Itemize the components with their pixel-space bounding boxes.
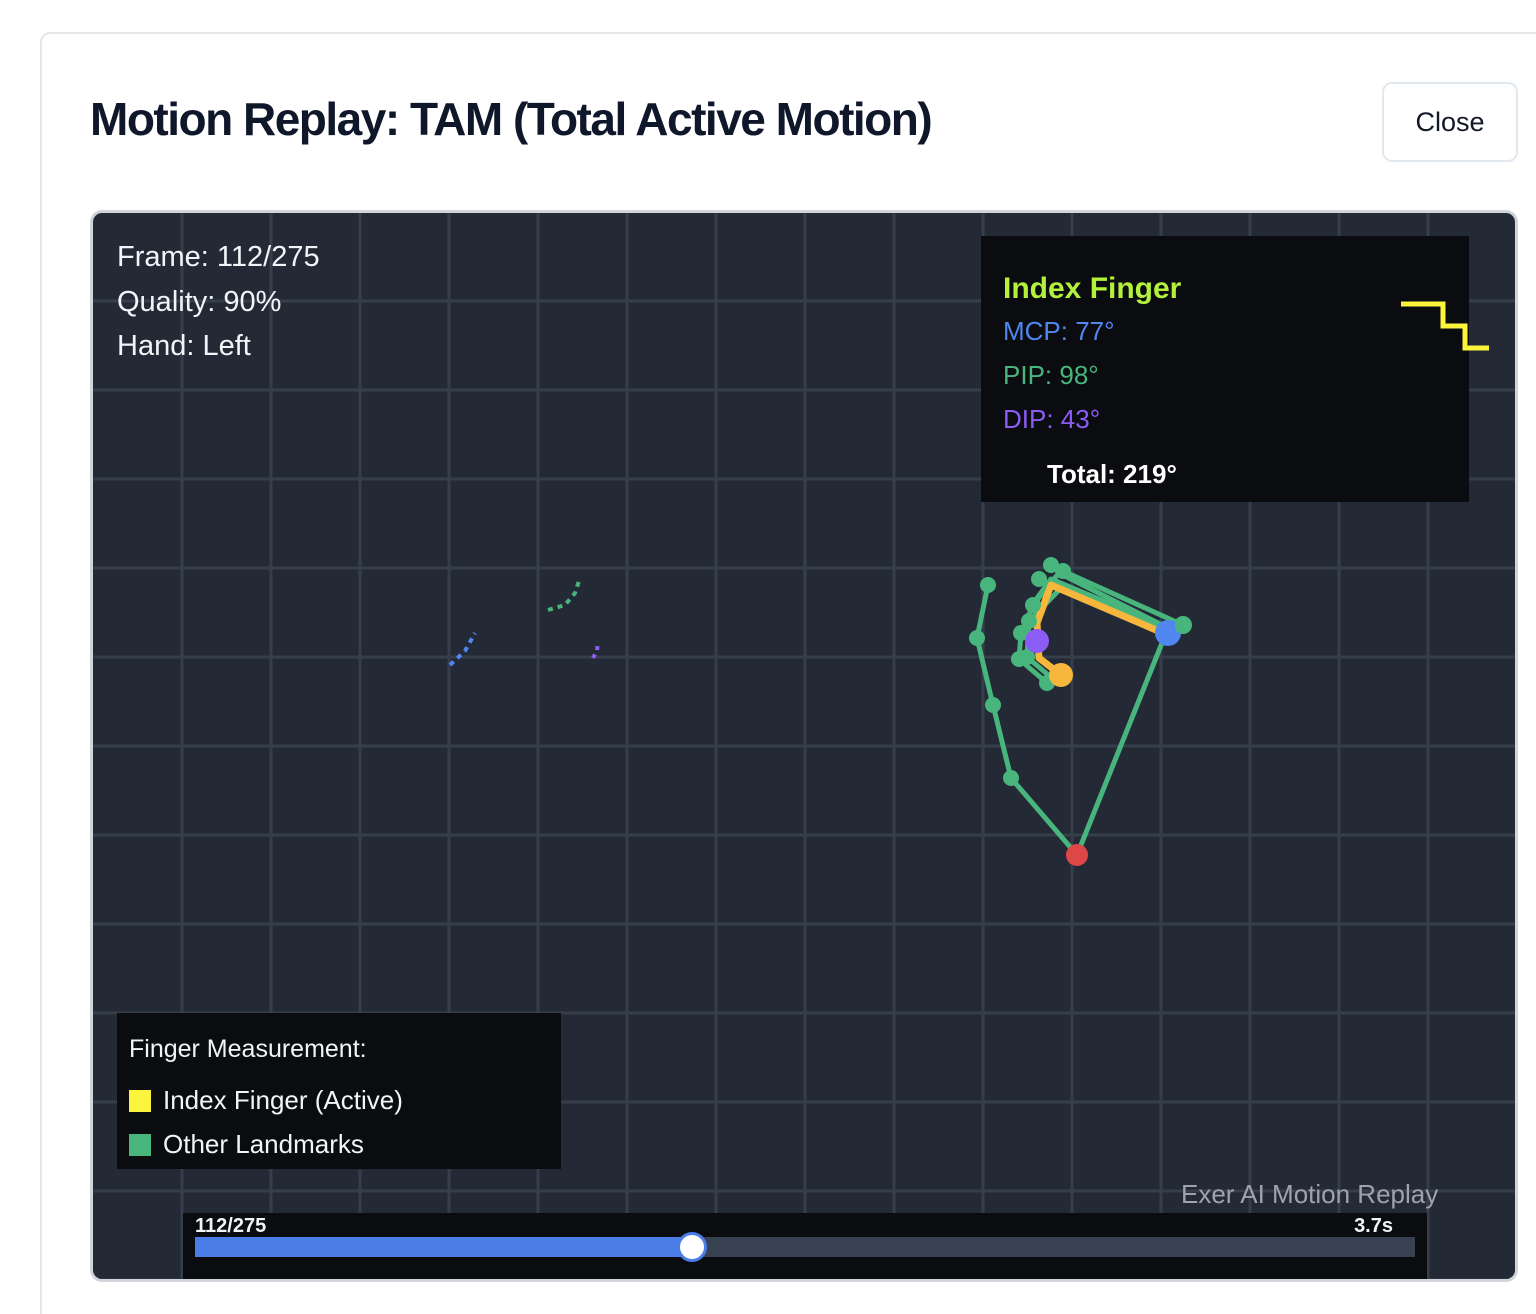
mcp-angle: MCP: 77° xyxy=(1003,316,1115,346)
rom-sparkline xyxy=(1401,301,1489,351)
finger-measurement-legend: Finger Measurement: Index Finger (Active… xyxy=(117,1013,561,1169)
timeline-progress xyxy=(195,1237,692,1257)
hand-readout: Hand: Left xyxy=(117,330,251,362)
timeline-position-label: 112/275 xyxy=(195,1215,267,1237)
legend-swatch-green xyxy=(129,1134,151,1156)
fingertip-marker xyxy=(1049,663,1073,687)
modal-title: Motion Replay: TAM (Total Active Motion) xyxy=(90,93,933,145)
landmark-node xyxy=(985,697,1001,713)
landmark-node xyxy=(1025,597,1041,613)
legend-swatch-yellow xyxy=(129,1090,151,1112)
dip-angle: DIP: 43° xyxy=(1003,404,1101,434)
frame-counter: Frame: 112/275 xyxy=(117,241,320,273)
joint-angle-panel: Index Finger MCP: 77° PIP: 98° DIP: 43° … xyxy=(981,236,1489,502)
pip-angle: PIP: 98° xyxy=(1003,360,1099,390)
angle-panel-heading: Index Finger xyxy=(1003,272,1182,305)
legend-heading: Finger Measurement: xyxy=(129,1035,367,1063)
motion-replay-canvas[interactable]: Frame: 112/275 Quality: 90% Hand: Left I… xyxy=(90,210,1518,1282)
legend-item-other-landmarks: Other Landmarks xyxy=(129,1129,364,1160)
dip-joint-marker xyxy=(1025,629,1049,653)
landmark-node xyxy=(980,577,996,593)
legend-label: Index Finger (Active) xyxy=(163,1085,403,1115)
timeline-duration-label: 3.7s xyxy=(1354,1215,1393,1237)
landmark-node xyxy=(1003,770,1019,786)
wrist-marker xyxy=(1066,844,1088,866)
legend-item-active-finger: Index Finger (Active) xyxy=(129,1085,403,1116)
timeline-scrubber[interactable]: 112/275 3.7s xyxy=(183,1213,1427,1279)
timeline-thumb[interactable] xyxy=(676,1232,707,1262)
landmark-node xyxy=(1055,563,1071,579)
landmark-node xyxy=(969,630,985,646)
rom-sparkline-icon xyxy=(1401,301,1489,351)
close-button[interactable]: Close xyxy=(1382,82,1518,162)
landmark-node xyxy=(1021,613,1037,629)
quality-readout: Quality: 90% xyxy=(117,286,282,318)
watermark: Exer AI Motion Replay xyxy=(1181,1179,1439,1209)
timeline-track[interactable] xyxy=(195,1232,1415,1262)
total-angle: Total: 219° xyxy=(1047,459,1177,489)
landmark-node xyxy=(1031,571,1047,587)
legend-label: Other Landmarks xyxy=(163,1129,364,1159)
landmark-node xyxy=(1175,618,1191,634)
